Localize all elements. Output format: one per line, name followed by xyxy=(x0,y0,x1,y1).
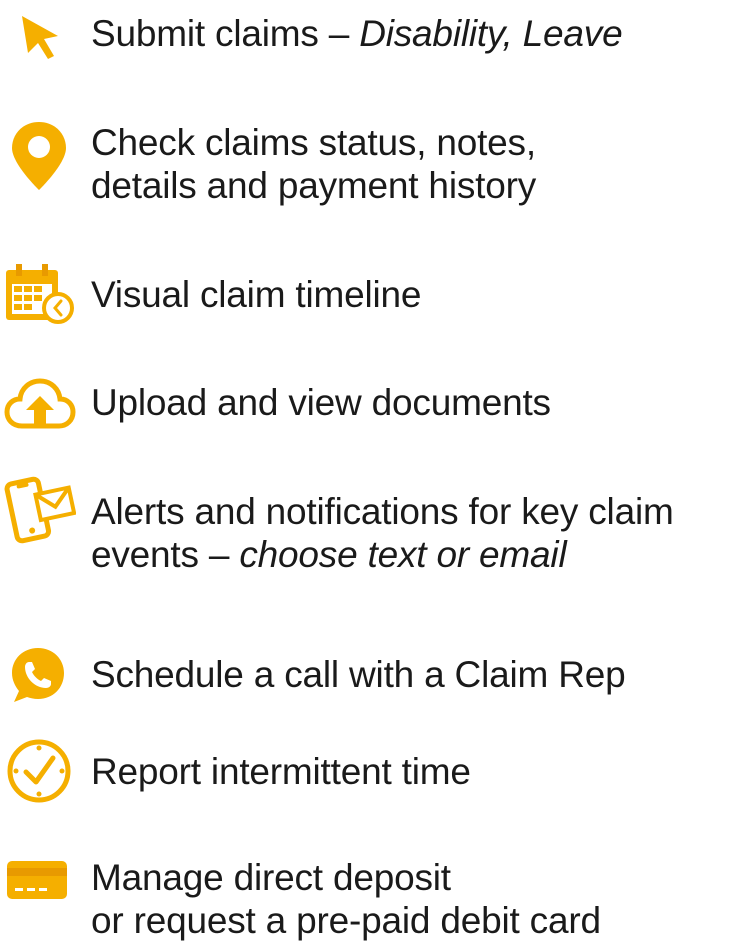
feature-label: Manage direct deposit or request a pre-p… xyxy=(91,857,601,941)
feature-label: Check claims status, notes, details and … xyxy=(91,122,537,206)
cursor-arrow-icon xyxy=(14,12,64,62)
feature-list: Submit claims – Disability, Leave Check … xyxy=(0,0,732,941)
clock-icon xyxy=(6,738,72,804)
calendar-clock-icon xyxy=(4,262,76,324)
feature-label: Schedule a call with a Claim Rep xyxy=(91,654,626,695)
feature-label: Submit claims – Disability, Leave xyxy=(91,13,623,54)
feature-label: Report intermittent time xyxy=(91,751,471,792)
phone-chat-icon xyxy=(8,645,68,705)
feature-label: Upload and view documents xyxy=(91,382,551,423)
feature-label: Visual claim timeline xyxy=(91,274,422,315)
credit-card-icon xyxy=(6,860,68,900)
phone-message-icon xyxy=(4,475,76,545)
cloud-upload-icon xyxy=(4,378,76,430)
feature-label: Alerts and notifications for key claim e… xyxy=(91,491,674,575)
location-pin-icon xyxy=(10,120,68,192)
